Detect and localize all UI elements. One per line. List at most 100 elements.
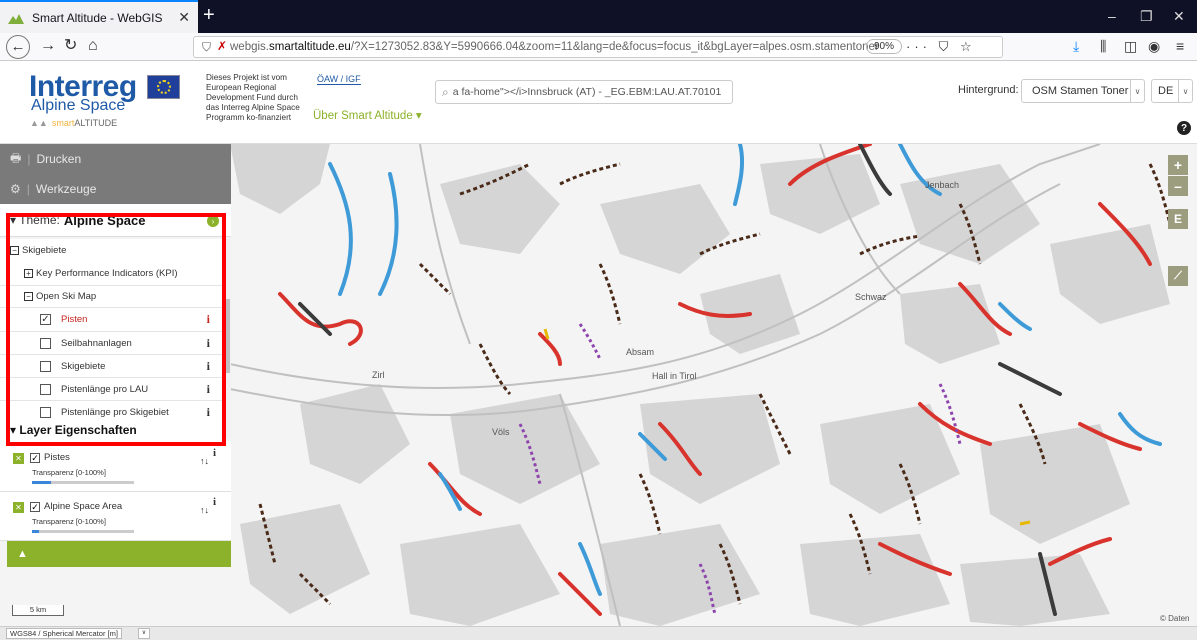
place-label: Zirl	[372, 370, 385, 380]
close-tab-icon[interactable]: ✕	[178, 9, 190, 26]
zoom-out-button[interactable]: –	[1168, 176, 1188, 196]
layer-name: Pistes	[44, 452, 70, 463]
download-icon[interactable]: ⤓	[1073, 38, 1079, 55]
page-actions-icon[interactable]: ··· ⛉ ☆	[906, 39, 976, 55]
tree-item-pistenlaenge-lau[interactable]: Pistenlänge pro LAU i	[0, 378, 222, 401]
close-window-icon[interactable]: ✕	[1173, 8, 1185, 25]
checkbox[interactable]	[40, 407, 51, 418]
place-label: Jenbach	[925, 180, 960, 190]
theme-name: Alpine Space	[63, 212, 146, 228]
browser-nav-bar: ← → ↻ ⌂ ⛉ ✗ webgis.smartaltitude.eu/?X=1…	[0, 33, 1197, 61]
arrow-right-circle-icon[interactable]: ›	[207, 215, 219, 227]
search-value: a fa-home"></i>Innsbruck (AT) - _EG.EBM:…	[452, 86, 722, 98]
about-menu[interactable]: Über Smart Altitude ▾	[313, 108, 422, 122]
transparency-label: Transparenz [0-100%]	[32, 517, 106, 526]
tracking-shield-icon[interactable]: ⛉	[202, 40, 211, 55]
sidebar-icon[interactable]: ◫	[1124, 38, 1137, 55]
layer-tree: − Skigebiete + Key Performance Indicator…	[0, 239, 231, 439]
library-icon[interactable]: ⫼	[1100, 38, 1106, 55]
info-icon[interactable]: i	[207, 312, 210, 327]
info-icon[interactable]: i	[207, 405, 210, 420]
checkbox[interactable]	[40, 383, 51, 395]
new-tab-icon[interactable]: +	[203, 5, 215, 25]
search-input[interactable]: ⌕ a fa-home"></i>Innsbruck (AT) - _EG.EB…	[435, 80, 733, 104]
info-icon[interactable]: i	[207, 336, 210, 351]
transparency-slider[interactable]	[32, 530, 134, 533]
layer-card-alpine-space: ✕ ✓ Alpine Space Area Transparenz [0-100…	[0, 494, 231, 541]
info-icon[interactable]: i	[213, 447, 216, 459]
checkbox[interactable]	[40, 337, 51, 349]
layer-properties-title[interactable]: ▾ Layer Eigenschaften	[0, 419, 222, 441]
chevron-down-icon: ∨	[1130, 80, 1144, 102]
browser-tab[interactable]: Smart Altitude - WebGIS ✕	[0, 0, 198, 33]
account-icon[interactable]: ◉	[1148, 38, 1160, 55]
reorder-arrows-icon[interactable]: ↑↓	[200, 505, 209, 515]
background-label: Hintergrund:	[958, 84, 1019, 96]
tools-button[interactable]: ⚙ | Werkzeuge	[0, 174, 231, 204]
mountain-favicon-icon	[8, 13, 24, 24]
back-button[interactable]: ←	[6, 35, 30, 59]
expand-toggle-icon[interactable]: +	[24, 269, 33, 278]
insecure-lock-icon[interactable]: ✗	[217, 39, 227, 53]
home-icon[interactable]: ⌂	[88, 37, 98, 55]
transparency-label: Transparenz [0-100%]	[32, 468, 106, 477]
measure-tool-icon[interactable]: ⟋	[1168, 266, 1188, 286]
smart-altitude-logo: ▲▲ smartALTITUDE	[30, 118, 118, 128]
tree-item-seilbahnanlagen[interactable]: Seilbahnanlagen i	[0, 332, 222, 355]
collapse-panel-button[interactable]: ▲	[7, 541, 231, 567]
funding-note: Dieses Projekt ist vom European Regional…	[206, 73, 300, 122]
chevron-down-icon[interactable]: ∨	[138, 628, 150, 639]
printer-icon: 🖶	[10, 150, 22, 165]
map-attribution[interactable]: © Daten	[1160, 614, 1189, 623]
help-icon[interactable]: ?	[1177, 121, 1191, 135]
projection-select[interactable]: WGS84 / Spherical Mercator [m]	[6, 628, 122, 639]
collapse-toggle-icon[interactable]: −	[24, 292, 33, 301]
info-icon[interactable]: i	[213, 496, 216, 508]
transparency-slider[interactable]	[32, 481, 134, 484]
extent-button[interactable]: E	[1168, 209, 1188, 229]
remove-layer-icon[interactable]: ✕	[13, 502, 24, 513]
chevron-up-icon: ▲	[17, 548, 28, 560]
url-bar[interactable]: ⛉ ✗ webgis.smartaltitude.eu/?X=1273052.8…	[193, 36, 1003, 58]
gears-icon: ⚙	[10, 182, 21, 196]
remove-layer-icon[interactable]: ✕	[13, 453, 24, 464]
tree-item-kpi[interactable]: + Key Performance Indicators (KPI)	[0, 262, 222, 286]
forward-icon[interactable]: →	[40, 37, 56, 55]
tree-item-pisten[interactable]: ✓ Pisten i	[0, 308, 222, 332]
reload-icon[interactable]: ↻	[64, 37, 77, 55]
zoom-in-button[interactable]: +	[1168, 155, 1188, 175]
info-icon[interactable]: i	[207, 382, 210, 397]
scale-bar: 5 km	[12, 605, 64, 616]
restore-icon[interactable]: ❐	[1140, 8, 1153, 25]
collapse-toggle-icon[interactable]: −	[10, 246, 19, 255]
minimize-icon[interactable]: –	[1108, 8, 1116, 24]
place-label: Absam	[626, 347, 655, 357]
tab-title: Smart Altitude - WebGIS	[32, 10, 163, 25]
reorder-arrows-icon[interactable]: ↑↓	[200, 456, 209, 466]
theme-selector[interactable]: ▾ Theme: Alpine Space ›	[0, 204, 231, 237]
alpine-space-logo: Alpine Space	[31, 97, 126, 114]
status-bar: WGS84 / Spherical Mercator [m] ∨	[0, 626, 1197, 640]
tree-item-open-ski-map[interactable]: − Open Ski Map	[0, 286, 222, 308]
layer-name: Alpine Space Area	[44, 501, 123, 512]
background-select[interactable]: OSM Stamen Toner ∨	[1021, 79, 1145, 103]
tree-scrollbar[interactable]	[222, 239, 231, 439]
layer-visibility-checkbox[interactable]: ✓	[30, 502, 40, 512]
place-label: Völs	[492, 427, 510, 437]
menu-icon[interactable]: ≡	[1176, 38, 1184, 54]
mountain-peaks-icon: ▲▲	[30, 118, 48, 128]
checkbox-checked[interactable]: ✓	[40, 314, 51, 325]
tree-item-skigebiete[interactable]: Skigebiete i	[0, 355, 222, 378]
place-label: Hall in Tirol	[652, 371, 697, 381]
layer-visibility-checkbox[interactable]: ✓	[30, 453, 40, 463]
chevron-down-icon: ∨	[1178, 80, 1192, 102]
zoom-badge[interactable]: 90%	[866, 39, 903, 54]
print-button[interactable]: 🖶 | Drucken	[0, 144, 231, 174]
url-text: webgis.smartaltitude.eu/?X=1273052.83&Y=…	[230, 41, 879, 53]
checkbox[interactable]	[40, 360, 51, 372]
tree-group-skigebiete[interactable]: − Skigebiete	[10, 245, 222, 256]
browser-tab-bar: Smart Altitude - WebGIS ✕ + – ❐ ✕	[0, 0, 1197, 33]
info-icon[interactable]: i	[207, 359, 210, 374]
language-select[interactable]: DE ∨	[1151, 79, 1193, 103]
partner-logo: ÖAW / IGF	[317, 74, 361, 85]
